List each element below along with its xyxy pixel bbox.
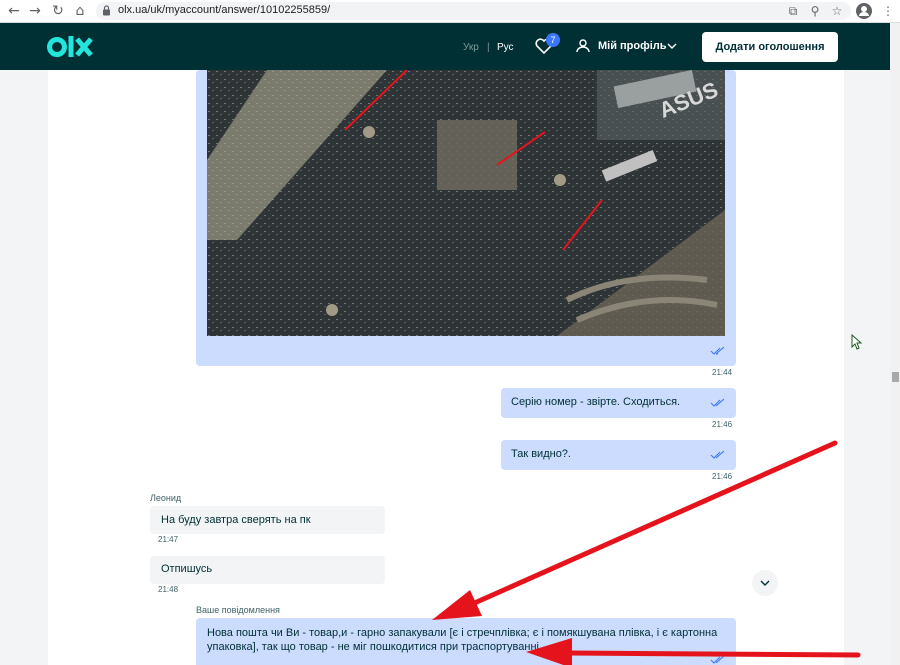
bookmark-star-icon[interactable]: ☆ — [829, 3, 845, 19]
site-header: Укр | Рус 7 Мій профіль Додати оголошенн… — [0, 23, 890, 70]
zoom-icon[interactable]: ⚲ — [807, 3, 823, 19]
profile-menu-label[interactable]: Мій профіль — [598, 40, 667, 52]
home-icon[interactable]: ⌂ — [72, 3, 88, 19]
olx-logo[interactable] — [46, 34, 94, 60]
sender-name: Леонид — [150, 493, 182, 503]
lang-ukr-link[interactable]: Укр — [463, 42, 479, 53]
double-check-icon — [710, 398, 725, 407]
user-icon[interactable] — [576, 39, 590, 53]
double-check-icon — [710, 450, 725, 459]
graphics-card-photo[interactable]: ASUS — [207, 70, 725, 336]
message-text-line-1: Нова пошта чи Ви - товар,и - гарно запак… — [207, 627, 718, 639]
scrollbar-thumb[interactable] — [892, 372, 899, 382]
browser-toolbar: ← → ↻ ⌂ olx.ua/uk/myaccount/answer/10102… — [0, 0, 900, 23]
message-text-line-2: упаковка], так що товар - не міг пошкоди… — [207, 641, 543, 653]
mouse-cursor-icon — [851, 334, 863, 350]
account-avatar-icon[interactable] — [856, 3, 872, 19]
chevron-down-icon — [760, 580, 770, 586]
back-arrow-icon[interactable]: ← — [6, 3, 22, 19]
menu-dots-icon[interactable]: ⋮ — [880, 3, 896, 19]
message-time: 21:46 — [712, 472, 733, 481]
double-check-icon — [710, 346, 725, 355]
double-check-icon — [710, 655, 725, 664]
lang-separator: | — [487, 42, 490, 53]
lock-icon — [103, 5, 110, 16]
add-ad-button[interactable]: Додати оголошення — [702, 32, 838, 62]
message-text: Серію номер - звірте. Сходиться. — [511, 396, 681, 408]
message-text: На буду завтра сверять на пк — [161, 514, 311, 526]
message-time: 21:44 — [712, 368, 733, 377]
lang-rus-link[interactable]: Рус — [497, 42, 514, 53]
message-text: Отпишусь — [161, 563, 213, 575]
translate-icon[interactable]: ⧉ — [785, 3, 801, 19]
message-time: 21:46 — [712, 420, 733, 429]
message-time: 21:47 — [158, 535, 179, 544]
forward-arrow-icon[interactable]: → — [27, 3, 43, 19]
url-text[interactable]: olx.ua/uk/myaccount/answer/10102255859/ — [118, 4, 330, 16]
message-time: 21:48 — [158, 585, 179, 594]
sender-name: Ваше повідомлення — [196, 605, 280, 615]
reload-icon[interactable]: ↻ — [50, 3, 66, 19]
page-scrollbar[interactable] — [890, 23, 900, 665]
chevron-down-icon[interactable] — [667, 42, 677, 50]
scroll-to-bottom-button[interactable] — [752, 570, 778, 596]
favorites-count-badge: 7 — [546, 33, 560, 47]
message-text: Так видно?. — [511, 448, 571, 460]
